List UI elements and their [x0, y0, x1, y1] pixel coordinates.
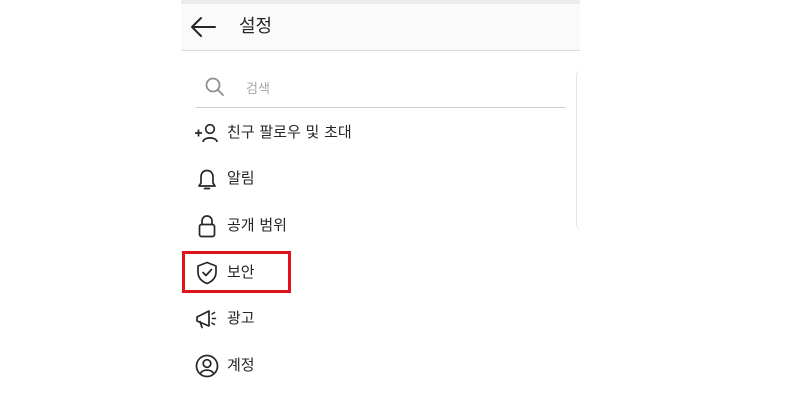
menu-item-label: 광고 — [227, 309, 255, 327]
back-button[interactable] — [189, 13, 219, 41]
menu-item-follow-invite[interactable]: 친구 팔로우 및 초대 — [194, 112, 554, 152]
settings-screen: 설정 검색 친구 팔로우 및 초대 알림 공개 범위 보안 광고 계정 — [181, 0, 580, 400]
add-person-icon — [194, 120, 220, 146]
menu-item-notifications[interactable]: 알림 — [194, 158, 554, 198]
page-title: 설정 — [239, 16, 273, 37]
search-placeholder: 검색 — [246, 82, 270, 97]
menu-item-security[interactable]: 보안 — [194, 252, 554, 292]
menu-item-label: 보안 — [227, 263, 255, 281]
back-arrow-icon — [191, 17, 216, 37]
header-bar: 설정 — [181, 4, 580, 51]
menu-item-account[interactable]: 계정 — [194, 345, 554, 385]
search-icon — [205, 77, 224, 96]
menu-item-label: 공개 범위 — [227, 216, 287, 234]
account-circle-icon — [194, 353, 220, 379]
menu-item-label: 알림 — [227, 169, 255, 187]
menu-item-privacy[interactable]: 공개 범위 — [194, 205, 554, 245]
search-input[interactable]: 검색 — [196, 68, 566, 108]
menu-item-ads[interactable]: 광고 — [194, 298, 554, 338]
megaphone-icon — [194, 306, 220, 332]
bell-icon — [194, 166, 220, 192]
menu-item-label: 친구 팔로우 및 초대 — [227, 123, 352, 141]
menu-item-label: 계정 — [227, 356, 255, 374]
side-panel-edge — [576, 70, 583, 230]
lock-icon — [194, 213, 220, 239]
shield-check-icon — [194, 260, 220, 286]
